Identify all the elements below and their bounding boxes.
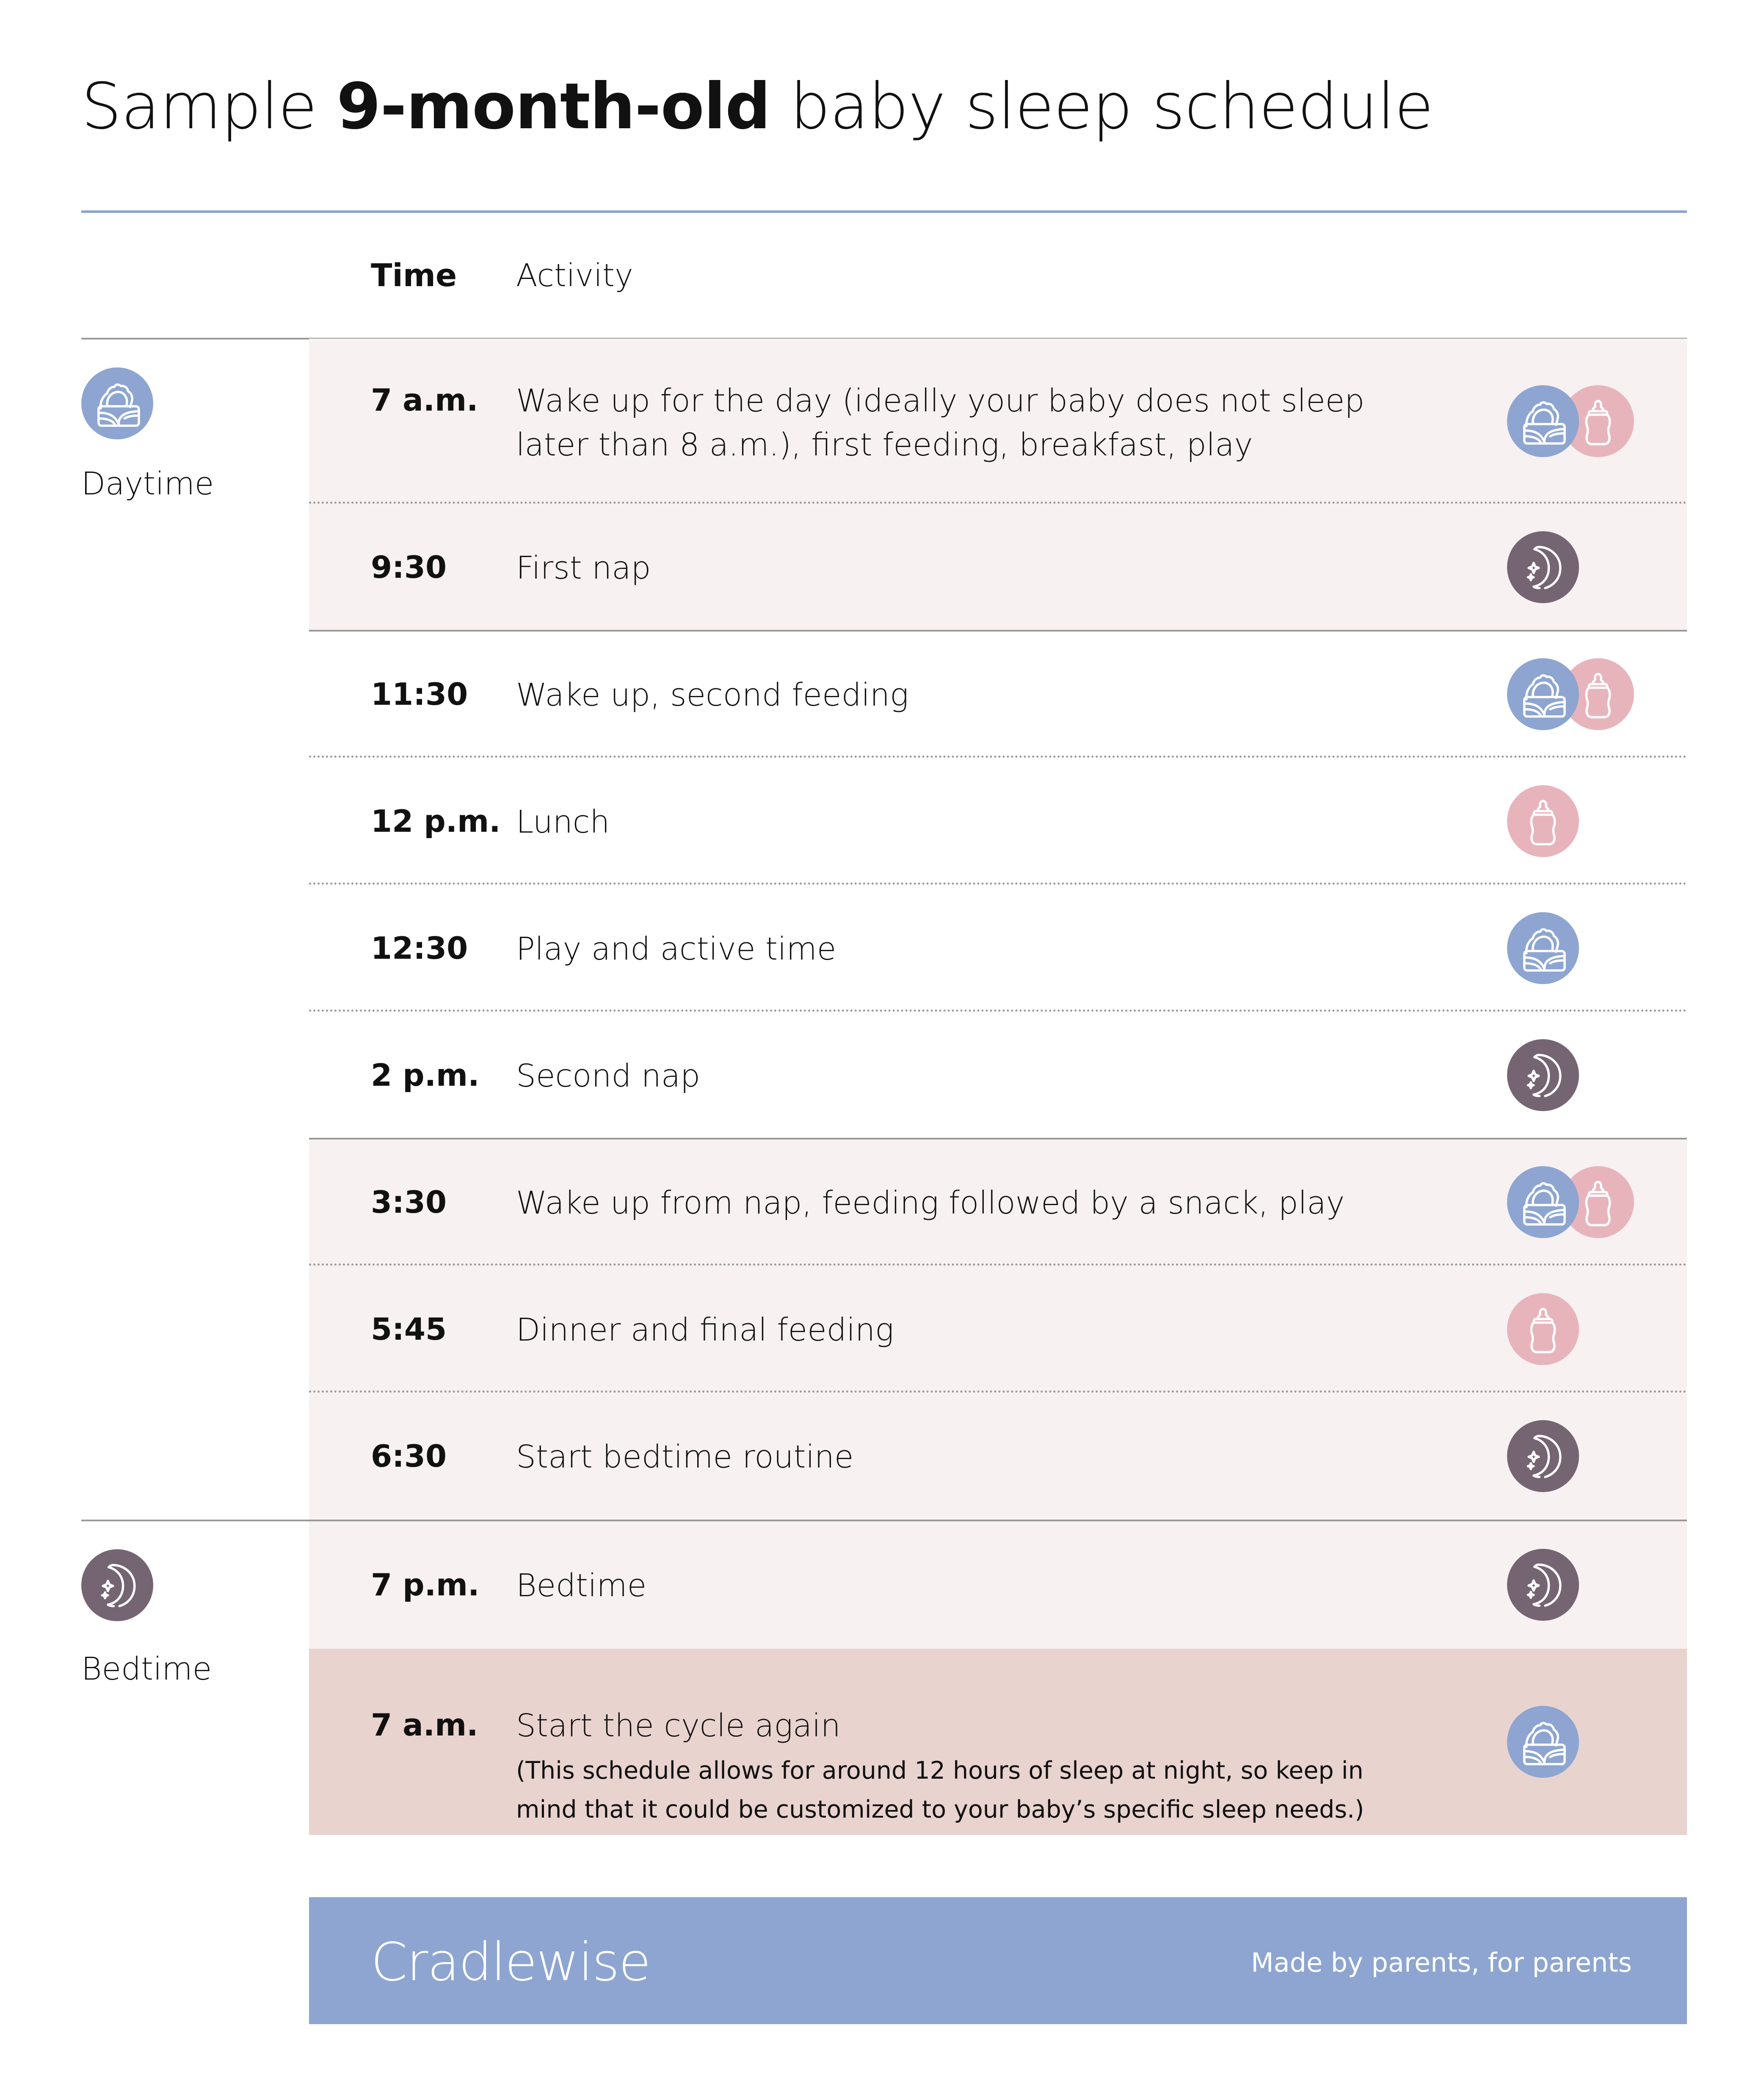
row-time: 7 p.m. [371, 1567, 480, 1603]
row-activity-text: Start the cycle again [516, 1708, 841, 1744]
sun-icon [1507, 1706, 1579, 1778]
row-activity: Second nap [516, 1054, 1384, 1098]
row-activity-text: Wake up, second feeding [516, 677, 909, 713]
bottle-icon [1507, 785, 1579, 857]
schedule-row: 7 a.m. Start the cycle again (This schedul… [309, 1649, 1687, 1835]
row-icons [1507, 658, 1634, 730]
moon-icon [1507, 1548, 1579, 1621]
column-header-time: Time [371, 257, 457, 294]
row-activity-text: Dinner and final feeding [516, 1312, 894, 1348]
row-time: 11:30 [371, 676, 468, 712]
row-icons [1507, 1039, 1634, 1111]
bedtime-section-icon [81, 1549, 153, 1621]
schedule-row: 7 p.m. Bedtime [309, 1520, 1687, 1649]
page-title: Sample 9-month-old baby sleep schedule [81, 70, 1433, 143]
row-activity-text: First nap [516, 550, 651, 586]
row-icons [1507, 1420, 1634, 1492]
title-divider [81, 210, 1687, 213]
group-divider [309, 630, 1687, 632]
row-icons [1507, 1706, 1634, 1778]
row-activity: Dinner and final feeding [516, 1308, 1384, 1352]
group-divider [309, 1138, 1687, 1139]
row-icons [1507, 531, 1634, 603]
row-activity-text: Start bedtime routine [516, 1439, 854, 1475]
row-time: 5:45 [371, 1311, 447, 1347]
title-prefix: Sample [81, 70, 337, 143]
schedule-row: 6:30 Start bedtime routine [309, 1393, 1687, 1520]
row-activity-text: Second nap [516, 1058, 701, 1094]
schedule-row: 11:30 Wake up, second feeding [309, 631, 1687, 758]
schedule-row: 3:30 Wake up from nap, feeding followed b… [309, 1139, 1687, 1266]
sun-icon [1507, 385, 1579, 457]
schedule-row: 2 p.m. Second nap [309, 1012, 1687, 1139]
row-activity-text: Bedtime [516, 1567, 647, 1604]
row-activity: Play and active time [516, 927, 1384, 971]
schedule-row: 9:30 First nap [309, 504, 1687, 631]
bottle-icon [1507, 1293, 1579, 1365]
title-suffix: baby sleep schedule [770, 70, 1433, 143]
moon-icon [1507, 1039, 1579, 1111]
row-note: (This schedule allows for around 12 hour… [516, 1757, 1364, 1824]
column-header-activity: Activity [516, 257, 633, 294]
row-activity-text: Lunch [516, 804, 610, 840]
brand-logo: Cradlewise [371, 1932, 651, 1993]
bedtime-section-label: Bedtime [81, 1651, 212, 1687]
sun-icon [81, 367, 153, 439]
moon-icon [81, 1549, 153, 1621]
schedule-row: 5:45 Dinner and final feeding [309, 1266, 1687, 1393]
sun-icon [1507, 1166, 1579, 1238]
row-time: 6:30 [371, 1438, 447, 1474]
daytime-section-icon [81, 367, 153, 439]
row-time: 3:30 [371, 1184, 447, 1220]
row-activity-text: Wake up from nap, feeding followed by a … [516, 1185, 1345, 1221]
row-time: 7 a.m. [371, 382, 478, 418]
schedule-row: 12 p.m. Lunch [309, 758, 1687, 885]
footer-banner: Cradlewise Made by parents, for parents [309, 1897, 1687, 2024]
row-icons [1507, 1548, 1634, 1621]
row-icons [1507, 1293, 1634, 1365]
row-time: 12 p.m. [371, 803, 501, 839]
sun-icon [1507, 912, 1579, 984]
footer-tagline: Made by parents, for parents [1251, 1947, 1632, 1978]
row-activity: Wake up from nap, feeding followed by a … [516, 1181, 1384, 1225]
row-activity: Bedtime [516, 1564, 1384, 1608]
row-time: 9:30 [371, 549, 447, 585]
daytime-section-label: Daytime [81, 466, 214, 502]
row-icons [1507, 912, 1634, 984]
row-activity: Wake up for the day (ideally your baby d… [516, 379, 1384, 467]
row-time: 12:30 [371, 930, 468, 966]
title-bold: 9-month-old [337, 70, 770, 143]
schedule-row: 12:30 Play and active time [309, 885, 1687, 1012]
row-activity: Start bedtime routine [516, 1435, 1384, 1479]
sun-icon [1507, 658, 1579, 730]
row-icons [1507, 785, 1634, 857]
schedule-row: 7 a.m. Wake up for the day (ideally your … [309, 339, 1687, 504]
row-icons [1507, 1166, 1634, 1238]
row-time: 2 p.m. [371, 1057, 480, 1093]
row-time: 7 a.m. [371, 1707, 478, 1743]
row-activity: First nap [516, 546, 1384, 590]
row-activity: Wake up, second feeding [516, 673, 1384, 717]
row-activity-text: Play and active time [516, 931, 836, 967]
row-icons [1507, 385, 1634, 457]
row-activity: Start the cycle again (This schedule allo… [516, 1704, 1384, 1829]
row-activity: Lunch [516, 800, 1384, 844]
row-activity-text: Wake up for the day (ideally your baby d… [516, 383, 1365, 463]
moon-icon [1507, 531, 1579, 603]
bedtime-divider [81, 1520, 1687, 1521]
moon-icon [1507, 1420, 1579, 1492]
